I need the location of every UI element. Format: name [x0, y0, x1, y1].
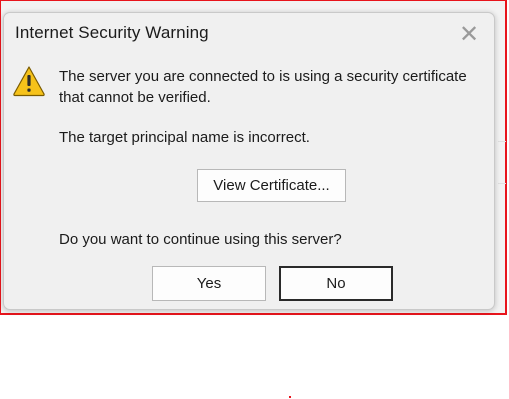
dialog-title: Internet Security Warning	[15, 23, 209, 42]
view-certificate-button[interactable]: View Certificate...	[197, 169, 346, 202]
yes-button[interactable]: Yes	[152, 266, 266, 301]
background-window-edge	[498, 183, 506, 184]
close-icon: ✕	[458, 20, 480, 48]
warning-triangle-icon	[13, 66, 45, 97]
background-window-edge	[498, 141, 506, 142]
question-text: Do you want to continue using this serve…	[59, 231, 342, 248]
marker-dot	[289, 396, 291, 398]
security-warning-dialog: Internet Security Warning ✕ The server y…	[3, 12, 495, 310]
message-line-1: The server you are connected to is using…	[59, 68, 467, 85]
no-button[interactable]: No	[279, 266, 393, 301]
close-button[interactable]: ✕	[454, 21, 484, 47]
detail-text: The target principal name is incorrect.	[59, 129, 310, 146]
message-line-2: that cannot be verified.	[59, 89, 211, 106]
